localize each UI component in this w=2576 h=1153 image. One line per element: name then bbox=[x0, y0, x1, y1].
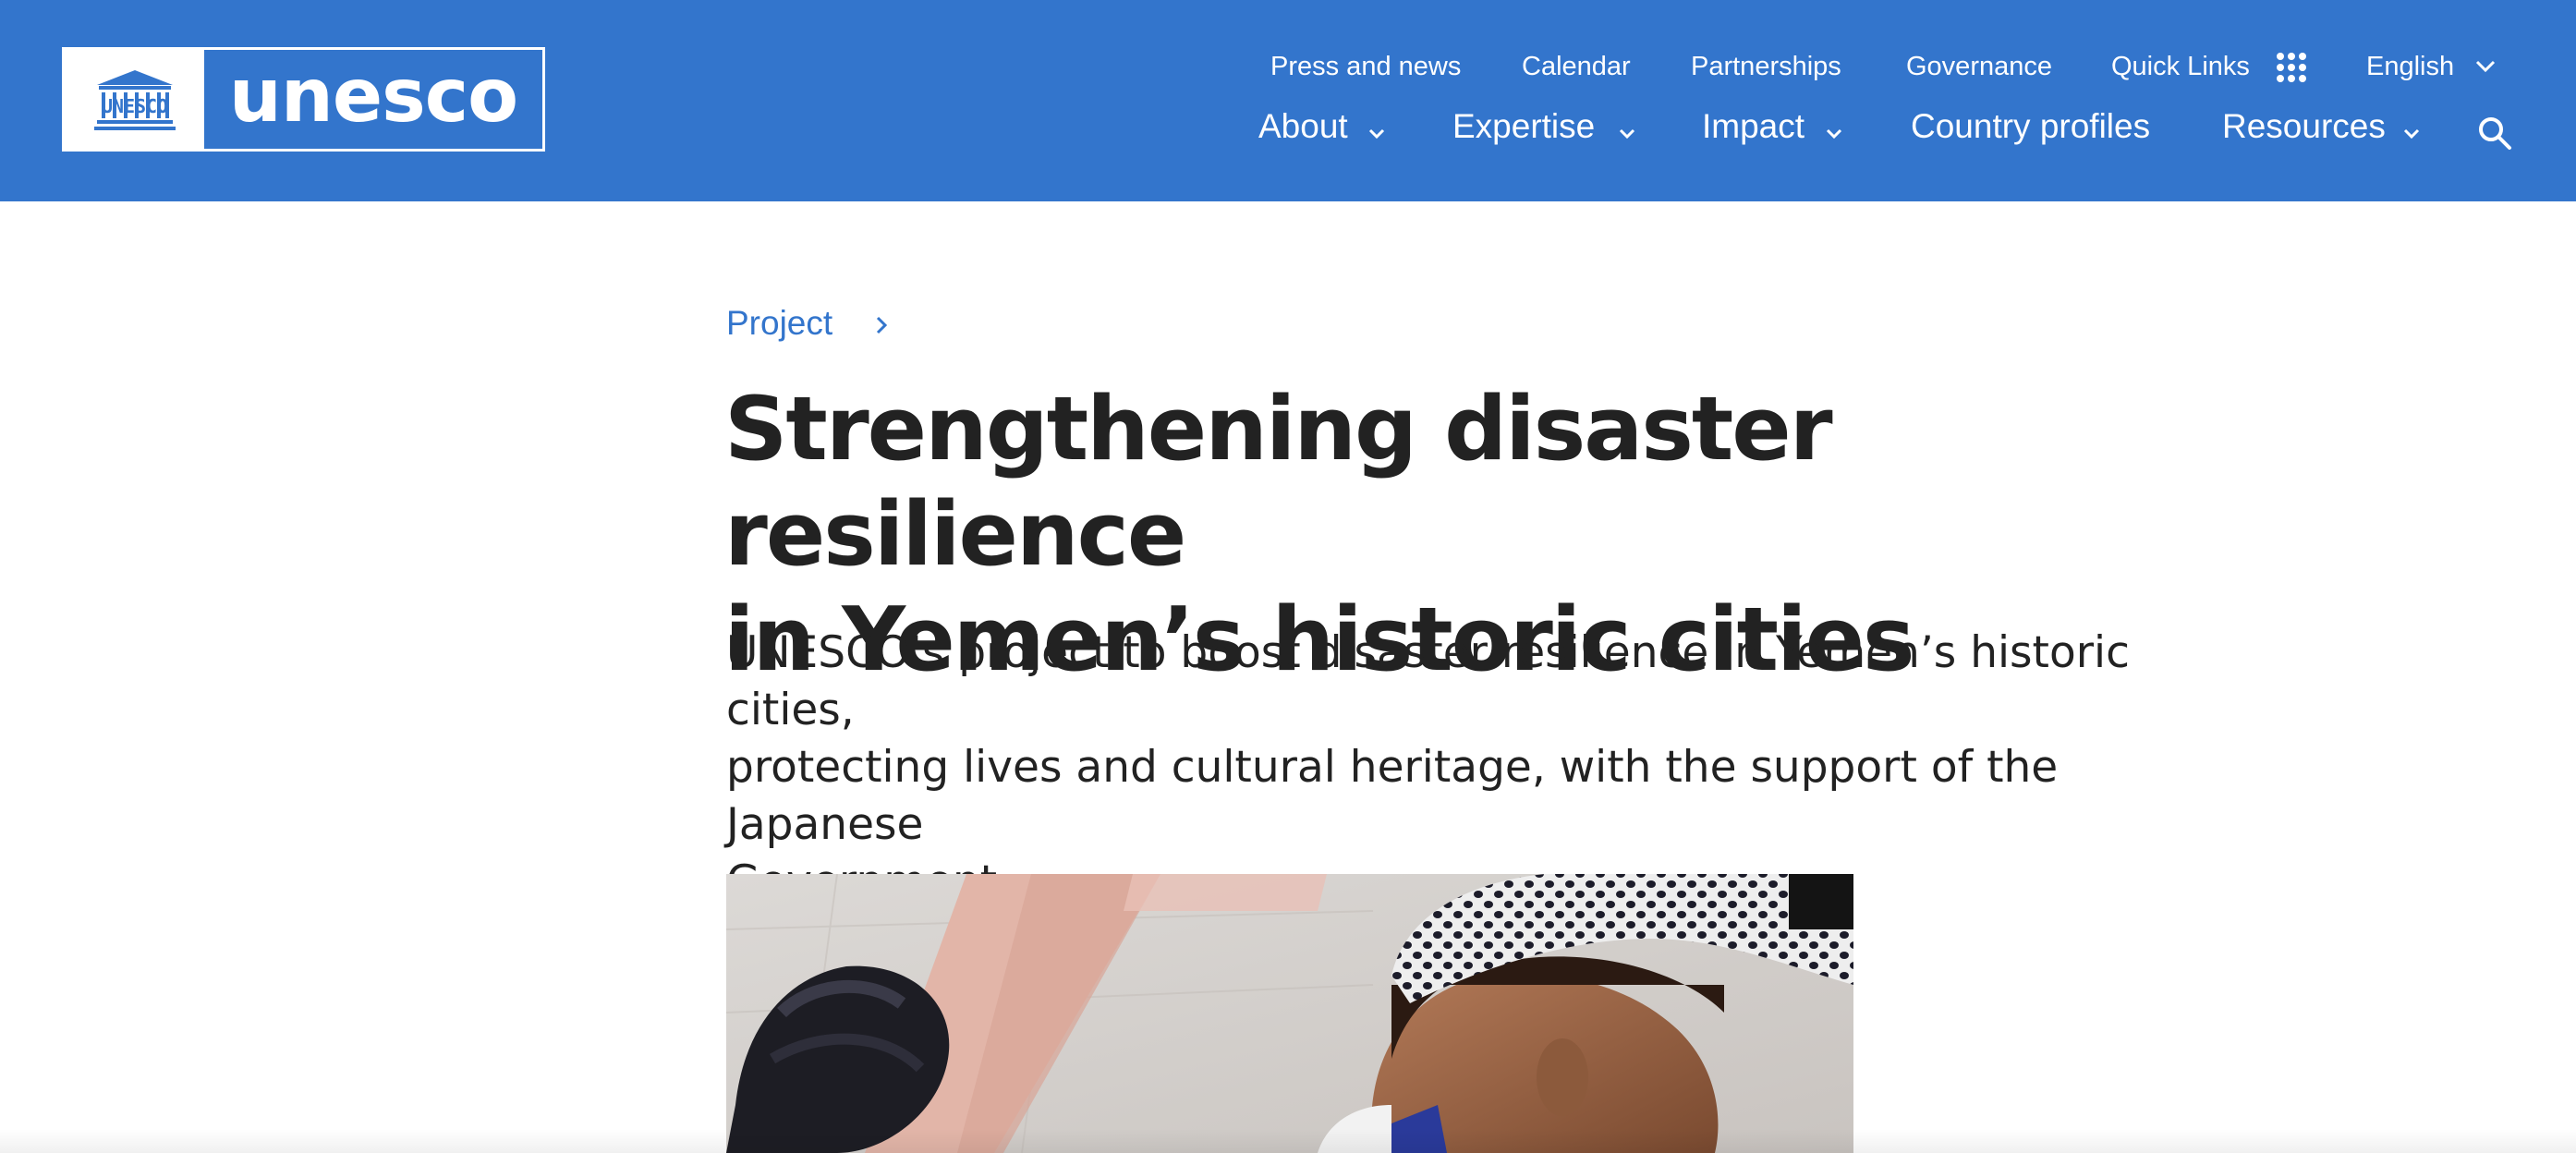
nav-expertise[interactable]: Expertise bbox=[1452, 107, 1595, 146]
search-icon[interactable] bbox=[2476, 115, 2513, 156]
nav-impact[interactable]: Impact bbox=[1702, 107, 1804, 146]
grid-dots-icon[interactable] bbox=[2276, 52, 2307, 83]
site-header: UNESCO unesco Press and news Calendar Pa… bbox=[0, 0, 2576, 201]
lede-line: protecting lives and cultural heritage, … bbox=[726, 742, 2059, 850]
nav-governance[interactable]: Governance bbox=[1906, 52, 2052, 82]
nav-resources[interactable]: Resources bbox=[2222, 107, 2386, 146]
unesco-temple-emblem-icon: UNESCO bbox=[65, 50, 204, 149]
hero-image bbox=[726, 874, 1853, 1153]
nav-about[interactable]: About bbox=[1258, 107, 1348, 146]
nav-calendar[interactable]: Calendar bbox=[1522, 52, 1631, 82]
chevron-down-icon bbox=[1367, 127, 1386, 145]
chevron-right-icon bbox=[874, 314, 889, 341]
nav-country-profiles[interactable]: Country profiles bbox=[1911, 107, 2150, 146]
title-line: Strengthening disaster resilience bbox=[724, 379, 1833, 586]
logo-wordmark: unesco bbox=[228, 53, 518, 139]
article-lede: UNESCO's project to boost disaster resil… bbox=[726, 625, 2242, 911]
chevron-down-icon bbox=[1618, 127, 1636, 145]
chevron-down-icon bbox=[1825, 127, 1843, 145]
breadcrumb-project[interactable]: Project bbox=[726, 304, 832, 343]
chevron-down-icon bbox=[2402, 127, 2421, 145]
quick-links-button[interactable]: Quick Links bbox=[2111, 52, 2250, 82]
nav-press-and-news[interactable]: Press and news bbox=[1270, 52, 1461, 82]
lede-line: UNESCO's project to boost disaster resil… bbox=[726, 627, 2130, 735]
nav-partnerships[interactable]: Partnerships bbox=[1691, 52, 1841, 82]
language-selector[interactable]: English bbox=[2366, 52, 2454, 82]
unesco-logo[interactable]: UNESCO unesco bbox=[62, 47, 545, 152]
chevron-down-icon bbox=[2474, 59, 2497, 79]
